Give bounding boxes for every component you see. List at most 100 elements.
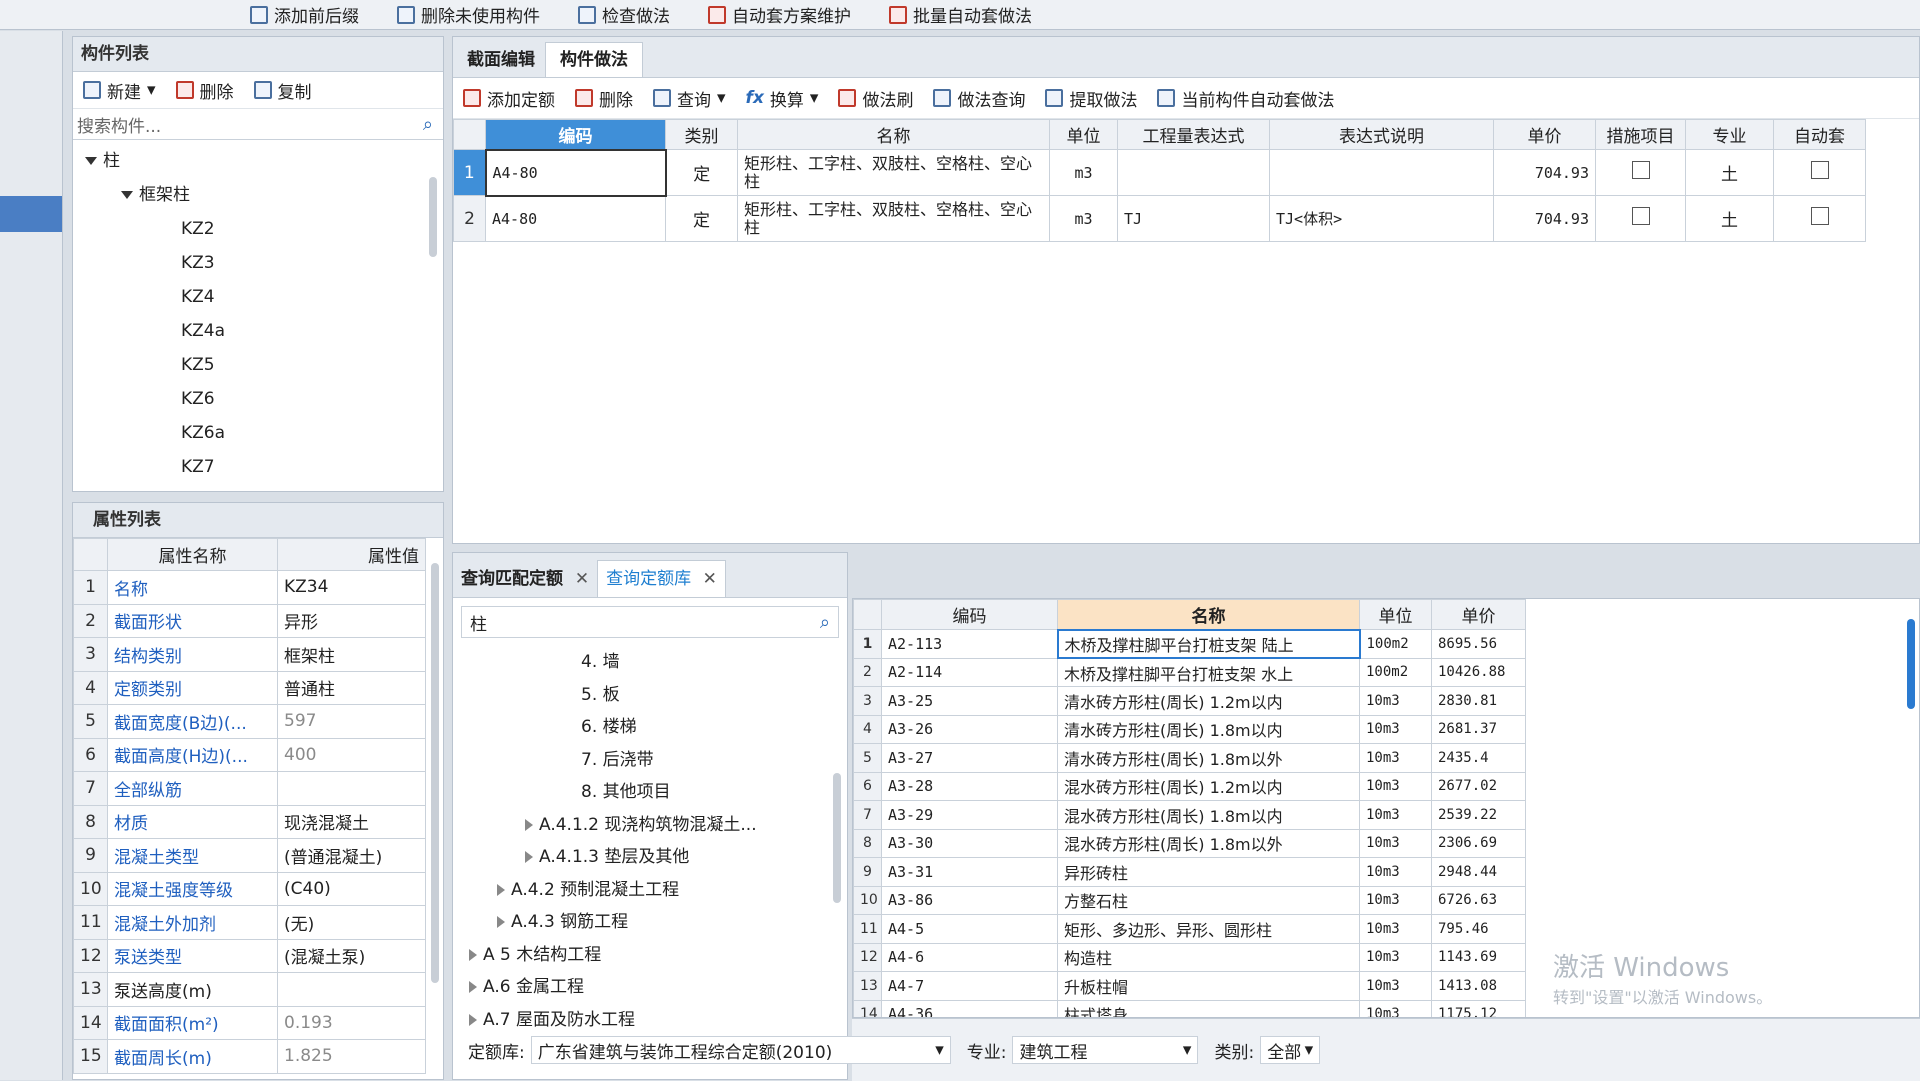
tree-item-kz5[interactable]: KZ5 [73, 348, 443, 382]
expand-arrow-icon[interactable] [469, 981, 477, 993]
method-query-button[interactable]: 做法查询 [923, 81, 1035, 115]
auto-scheme-button[interactable]: 自动套方案维护 [698, 0, 861, 32]
new-component-button[interactable]: 新建 ▾ [73, 73, 166, 107]
category-select[interactable]: 全部 ▾ [1260, 1036, 1321, 1064]
property-row[interactable]: 14 截面面积(m²) 0.193 [73, 1005, 426, 1040]
quota-tree-node[interactable]: A.4.2 预制混凝土工程 [453, 874, 847, 907]
quota-row[interactable]: 7 A3-29 混水砖方形柱(周长) 1.8m以内 10m3 2539.22 [853, 800, 1526, 830]
expand-arrow-icon[interactable] [497, 883, 505, 896]
method-row[interactable]: 1 A4-80 定矩形柱、工字柱、双肢柱、空格柱、空心柱 m3 704.93 土 [453, 148, 1866, 197]
tab-section-edit[interactable]: 截面编辑 [457, 43, 545, 77]
close-icon[interactable]: ✕ [575, 569, 589, 589]
property-row[interactable]: 5 截面宽度(B边)(... 597 [73, 704, 426, 739]
property-row[interactable]: 8 材质 现浇混凝土 [73, 804, 426, 839]
delete-method-button[interactable]: 删除 [565, 81, 643, 115]
method-row[interactable]: 2 A4-80 定矩形柱、工字柱、双肢柱、空格柱、空心柱 m3 TJ TJ<体积> 704.… [453, 195, 1866, 242]
expand-arrow-icon[interactable] [85, 157, 97, 165]
quota-row[interactable]: 14 A4-36 柱式塔身 10m3 1175.12 [853, 999, 1526, 1017]
property-row[interactable]: 9 混凝土类型 (普通混凝土) [73, 838, 426, 873]
method-code[interactable]: A4-80 [484, 148, 667, 197]
tree-item-kz7[interactable]: KZ7 [73, 450, 443, 484]
method-auto[interactable] [1773, 149, 1866, 196]
property-value[interactable]: 597 [277, 704, 426, 739]
quota-table-scrollbar[interactable] [1907, 619, 1915, 709]
quota-row[interactable]: 4 A3-26 清水砖方形柱(周长) 1.8m以内 10m3 2681.37 [853, 714, 1526, 744]
property-row[interactable]: 12 泵送类型 (混凝土泵) [73, 938, 426, 973]
quota-tree-node[interactable]: A.4.3 钢筋工程 [453, 906, 847, 939]
property-value[interactable]: 异形 [277, 603, 426, 638]
checkbox[interactable] [1810, 207, 1829, 225]
quota-tree-node[interactable]: 4. 墙 [453, 646, 847, 679]
property-row[interactable]: 13 泵送高度(m) [73, 972, 426, 1007]
method-measure[interactable] [1595, 149, 1686, 196]
tree-item-kz3[interactable]: KZ3 [73, 246, 443, 280]
delete-unused-button[interactable]: 删除未使用构件 [387, 0, 550, 32]
method-expr[interactable]: TJ [1117, 195, 1270, 242]
batch-auto-button[interactable]: 批量自动套做法 [879, 0, 1042, 32]
quota-tree-node[interactable]: 5. 板 [453, 679, 847, 712]
property-row[interactable]: 7 全部纵筋 [73, 771, 426, 806]
quota-tree-node[interactable]: 8. 其他项目 [453, 776, 847, 809]
method-expr[interactable] [1117, 149, 1270, 196]
method-measure[interactable] [1595, 195, 1686, 242]
tree-item-kz6[interactable]: KZ6 [73, 382, 443, 416]
delete-component-button[interactable]: 删除 [166, 73, 244, 107]
extract-method-button[interactable]: 提取做法 [1035, 81, 1147, 115]
property-value[interactable]: 0.193 [277, 1005, 426, 1040]
property-row[interactable]: 15 截面周长(m) 1.825 [73, 1039, 426, 1074]
checkbox[interactable] [1810, 161, 1829, 179]
quota-row[interactable]: 6 A3-28 混水砖方形柱(周长) 1.2m以内 10m3 2677.02 [853, 771, 1526, 801]
expand-arrow-icon[interactable] [469, 1013, 477, 1026]
quota-tree-node[interactable]: A 5 木结构工程 [453, 939, 847, 972]
property-value[interactable]: (C40) [277, 871, 426, 906]
quota-tree-scrollbar[interactable] [833, 773, 841, 903]
property-value[interactable]: 1.825 [277, 1039, 426, 1074]
property-row[interactable]: 6 截面高度(H边)(... 400 [73, 737, 426, 772]
search-icon[interactable]: ⌕ [423, 114, 433, 135]
expand-arrow-icon[interactable] [525, 818, 533, 831]
property-scrollbar[interactable] [431, 563, 439, 983]
method-auto[interactable] [1773, 195, 1866, 242]
property-value[interactable] [277, 972, 426, 1007]
quota-tree-node[interactable]: A.7 屋面及防水工程 [453, 1004, 847, 1037]
property-value[interactable]: 400 [277, 737, 426, 772]
component-search[interactable]: 搜索构件... ⌕ [73, 109, 443, 140]
component-list-scrollbar[interactable] [429, 177, 437, 257]
quota-row[interactable]: 1 A2-113 木桥及撑柱脚平台打桩支架 陆上 100m2 8695.56 [853, 628, 1526, 659]
tree-item-kz6a[interactable]: KZ6a [73, 416, 443, 450]
add-prefix-suffix-button[interactable]: 添加前后缀 [240, 0, 369, 32]
property-value[interactable]: (混凝土泵) [277, 938, 426, 973]
close-icon[interactable]: ✕ [703, 569, 717, 589]
search-icon[interactable]: ⌕ [820, 612, 830, 633]
copy-component-button[interactable]: 复制 [244, 73, 322, 107]
property-value[interactable]: 框架柱 [277, 637, 426, 672]
checkbox[interactable] [1631, 207, 1650, 225]
spec-select[interactable]: 建筑工程 ▾ [1012, 1036, 1199, 1064]
tab-quota-lib[interactable]: 查询定额库 ✕ [597, 560, 726, 597]
property-value[interactable]: 普通柱 [277, 670, 426, 705]
quota-row[interactable]: 2 A2-114 木桥及撑柱脚平台打桩支架 水上 100m2 10426.88 [853, 657, 1526, 687]
auto-apply-button[interactable]: 当前构件自动套做法 [1147, 81, 1344, 115]
tab-component-method[interactable]: 构件做法 [545, 42, 643, 77]
convert-button[interactable]: fx 换算 ▾ [736, 81, 829, 115]
quota-row[interactable]: 9 A3-31 异形砖柱 10m3 2948.44 [853, 857, 1526, 887]
property-value[interactable] [277, 771, 426, 806]
tree-item-kz4[interactable]: KZ4 [73, 280, 443, 314]
method-brush-button[interactable]: 做法刷 [828, 81, 923, 115]
quota-tree-node[interactable]: A.4.1.2 现浇构筑物混凝土... [453, 809, 847, 842]
lib-select[interactable]: 广东省建筑与装饰工程综合定额(2010) ▾ [530, 1036, 951, 1064]
property-value[interactable]: KZ34 [277, 570, 426, 605]
quota-row[interactable]: 8 A3-30 混水砖方形柱(周长) 1.8m以外 10m3 2306.69 [853, 828, 1526, 858]
check-method-button[interactable]: 检查做法 [568, 0, 680, 32]
property-row[interactable]: 3 结构类别 框架柱 [73, 637, 426, 672]
quota-search-input[interactable]: 柱 ⌕ [461, 606, 839, 638]
quota-row[interactable]: 12 A4-6 构造柱 10m3 1143.69 [853, 942, 1526, 972]
quota-row[interactable]: 13 A4-7 升板柱帽 10m3 1413.08 [853, 971, 1526, 1001]
quota-row[interactable]: 10 A3-86 方整石柱 10m3 6726.63 [853, 885, 1526, 915]
quota-row[interactable]: 11 A4-5 矩形、多边形、异形、圆形柱 10m3 795.46 [853, 914, 1526, 944]
quota-tree-node[interactable]: A.4.1.3 垫层及其他 [453, 841, 847, 874]
method-code[interactable]: A4-80 [485, 195, 666, 242]
query-button[interactable]: 查询 ▾ [643, 81, 736, 115]
add-quota-button[interactable]: 添加定额 [453, 81, 565, 115]
tab-match-quota[interactable]: 查询匹配定额 ✕ [453, 561, 597, 597]
